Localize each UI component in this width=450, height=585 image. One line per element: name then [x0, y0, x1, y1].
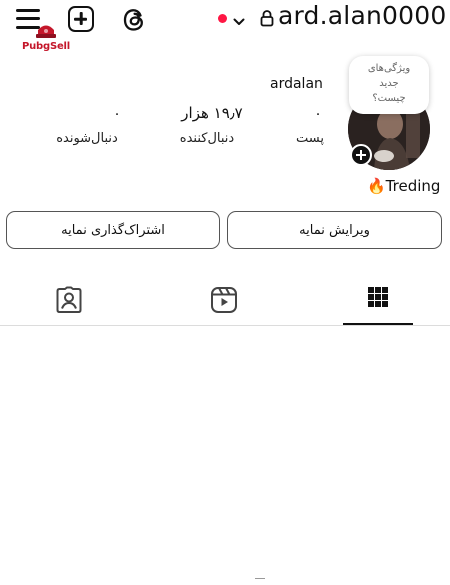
posts-count[interactable]: ۰	[283, 106, 353, 122]
logo-text: PubgSell	[21, 41, 70, 52]
threads-icon[interactable]	[120, 6, 148, 34]
create-post-icon[interactable]	[68, 6, 94, 32]
add-story-button[interactable]	[350, 144, 372, 166]
posts-label[interactable]: پست	[265, 131, 355, 146]
reels-icon	[211, 287, 237, 313]
tagged-icon	[56, 286, 82, 313]
tab-posts-grid[interactable]	[362, 284, 394, 316]
share-profile-button[interactable]: اشتراک‌گذاری نمایه	[6, 211, 220, 249]
note-line: جدید	[379, 78, 399, 89]
pubgsell-logo: PubgSell	[20, 22, 72, 52]
lock-icon	[260, 9, 274, 27]
edit-profile-button[interactable]: ویرایش نمایه	[227, 211, 442, 249]
tab-tagged[interactable]	[53, 284, 85, 316]
tab-divider	[0, 325, 450, 326]
tab-reels[interactable]	[208, 284, 240, 316]
profile-bio: 🔥Treding	[367, 177, 441, 195]
following-count[interactable]: ۰	[82, 106, 152, 122]
note-line: چیست؟	[372, 93, 406, 104]
grid-icon	[368, 287, 388, 307]
profile-note-bubble[interactable]: ویژگی‌های جدید چیست؟	[349, 56, 429, 114]
live-indicator-dot	[218, 14, 227, 23]
display-name: ardalan	[270, 76, 323, 92]
following-label[interactable]: دنبال‌شونده	[42, 131, 132, 146]
followers-label[interactable]: دنبال‌کننده	[162, 131, 252, 146]
chevron-down-icon[interactable]	[233, 12, 245, 25]
note-line: ویژگی‌های	[367, 63, 411, 74]
bottom-edge-hint	[255, 578, 265, 581]
followers-count[interactable]: ۱۹٫۷ هزار	[172, 104, 252, 122]
account-username[interactable]: ard.alan0000	[278, 1, 446, 30]
